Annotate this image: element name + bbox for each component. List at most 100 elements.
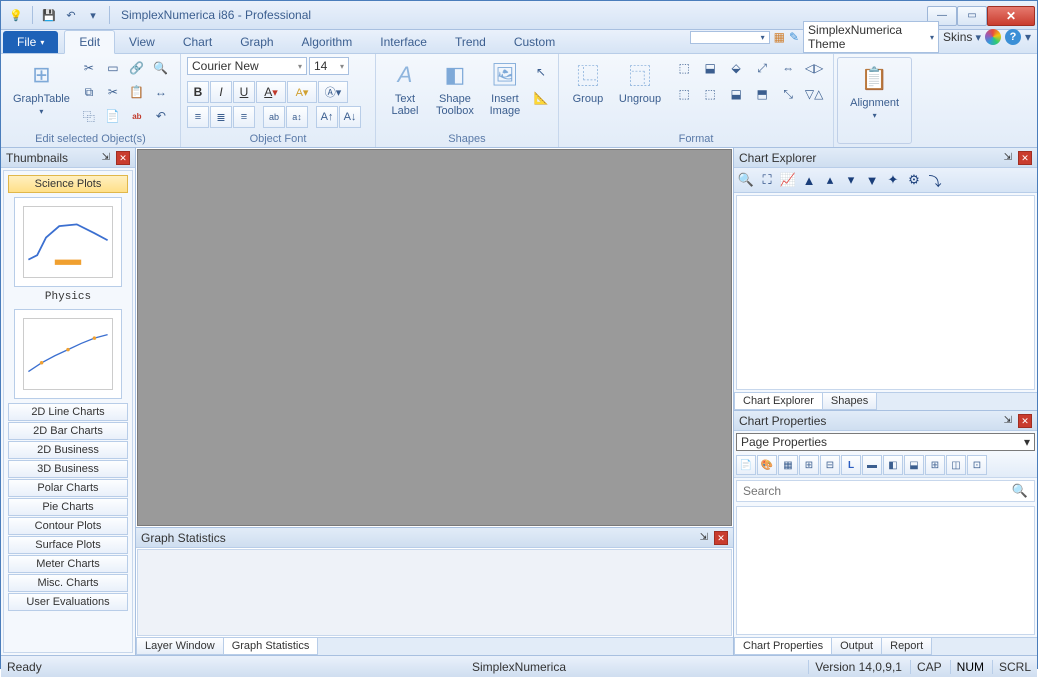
- shrink-font-icon[interactable]: A↓: [339, 106, 361, 128]
- pt-11-icon[interactable]: ⊡: [967, 455, 987, 475]
- search-icon[interactable]: 🔍: [1006, 483, 1034, 499]
- tab-chart[interactable]: Chart: [169, 31, 226, 53]
- tab-chart-explorer[interactable]: Chart Explorer: [734, 393, 823, 410]
- pt-6-icon[interactable]: ▬: [862, 455, 882, 475]
- pt-2-icon[interactable]: 🎨: [757, 455, 777, 475]
- ex-down2-icon[interactable]: ▼: [863, 171, 881, 189]
- theme-combo[interactable]: SimplexNumerica Theme▾: [803, 21, 939, 53]
- tab-edit[interactable]: Edit: [64, 30, 115, 54]
- fmt-11-icon[interactable]: ⤡: [777, 83, 799, 105]
- fmt-9-icon[interactable]: ⬓: [725, 83, 747, 105]
- pt-8-icon[interactable]: ⬓: [904, 455, 924, 475]
- palette-icon[interactable]: ▦: [774, 30, 785, 44]
- group-button[interactable]: ⿺Group: [565, 57, 611, 107]
- font-size-combo[interactable]: 14▾: [309, 57, 349, 75]
- find-icon[interactable]: 🔍: [150, 57, 172, 79]
- cat-2d-business[interactable]: 2D Business: [8, 441, 128, 459]
- pin-icon[interactable]: ⇲: [1001, 152, 1015, 163]
- copy2-icon[interactable]: ⿻: [78, 105, 100, 127]
- abc-icon[interactable]: ab: [126, 105, 148, 127]
- props-search-input[interactable]: [737, 481, 1006, 501]
- underline-button[interactable]: U: [233, 81, 255, 103]
- link-icon[interactable]: 🔗: [126, 57, 148, 79]
- cat-2d-line[interactable]: 2D Line Charts: [8, 403, 128, 421]
- outline-button[interactable]: Ⓐ▾: [318, 81, 348, 103]
- pt-4-icon[interactable]: ⊞: [799, 455, 819, 475]
- tab-output[interactable]: Output: [831, 638, 882, 655]
- ex-tool1-icon[interactable]: ✦: [884, 171, 902, 189]
- chart-explorer-tree[interactable]: [736, 195, 1035, 390]
- tab-report[interactable]: Report: [881, 638, 932, 655]
- italic-button[interactable]: I: [210, 81, 232, 103]
- qat-save-icon[interactable]: 💾: [40, 6, 58, 24]
- pointer-icon[interactable]: ↖: [530, 61, 552, 83]
- grow-font-icon[interactable]: A↑: [316, 106, 338, 128]
- align-right-icon[interactable]: ≡: [233, 106, 255, 128]
- fmt-1-icon[interactable]: ⬚: [673, 57, 695, 79]
- ex-tool2-icon[interactable]: ⚙: [905, 171, 923, 189]
- highlight-button[interactable]: A▾: [287, 81, 317, 103]
- paste-icon[interactable]: 📋: [126, 81, 148, 103]
- panel-close-icon[interactable]: ✕: [1018, 414, 1032, 428]
- ex-chart-icon[interactable]: 📈: [779, 171, 797, 189]
- tab-custom[interactable]: Custom: [500, 31, 569, 53]
- replace-icon[interactable]: ↔: [150, 81, 172, 103]
- skins-label[interactable]: Skins ▾: [943, 30, 981, 44]
- ex-fit-icon[interactable]: ⛶: [758, 171, 776, 189]
- rect-icon[interactable]: ▭: [102, 57, 124, 79]
- tab-algorithm[interactable]: Algorithm: [288, 31, 367, 53]
- clip-icon[interactable]: 📄: [102, 105, 124, 127]
- bold-button[interactable]: B: [187, 81, 209, 103]
- pt-1-icon[interactable]: 📄: [736, 455, 756, 475]
- cat-meter[interactable]: Meter Charts: [8, 555, 128, 573]
- fmt-4-icon[interactable]: ⤢: [751, 57, 773, 79]
- thumb-physics[interactable]: [14, 197, 122, 287]
- ex-zoom-icon[interactable]: 🔍: [737, 171, 755, 189]
- pt-L-icon[interactable]: L: [841, 455, 861, 475]
- panel-close-icon[interactable]: ✕: [714, 531, 728, 545]
- align-center-icon[interactable]: ≣: [210, 106, 232, 128]
- shape-toolbox-button[interactable]: ◧Shape Toolbox: [430, 57, 480, 119]
- ex-tool3-icon[interactable]: ⤵: [926, 171, 944, 189]
- cat-surface[interactable]: Surface Plots: [8, 536, 128, 554]
- ribbon-search-combo[interactable]: ▾: [690, 31, 770, 44]
- cat-3d-business[interactable]: 3D Business: [8, 460, 128, 478]
- help-icon[interactable]: ?: [1005, 29, 1021, 45]
- graph-canvas[interactable]: [137, 149, 732, 526]
- ruler-icon[interactable]: 📐: [530, 87, 552, 109]
- pt-3-icon[interactable]: ▦: [778, 455, 798, 475]
- pin-icon[interactable]: ⇲: [1001, 415, 1015, 426]
- scissors-icon[interactable]: ✂: [102, 81, 124, 103]
- page-properties-combo[interactable]: Page Properties▾: [736, 433, 1035, 451]
- cat-contour[interactable]: Contour Plots: [8, 517, 128, 535]
- tab-shapes[interactable]: Shapes: [822, 393, 877, 410]
- tab-trend[interactable]: Trend: [441, 31, 500, 53]
- fmt-3-icon[interactable]: ⬙: [725, 57, 747, 79]
- pt-7-icon[interactable]: ◧: [883, 455, 903, 475]
- panel-close-icon[interactable]: ✕: [116, 151, 130, 165]
- vertical-text-icon[interactable]: a↕: [286, 106, 308, 128]
- align-left-icon[interactable]: ≡: [187, 106, 209, 128]
- ungroup-button[interactable]: ⿹Ungroup: [613, 57, 667, 107]
- qat-dropdown-icon[interactable]: ▾: [84, 6, 102, 24]
- tab-graph-statistics[interactable]: Graph Statistics: [223, 638, 319, 655]
- fmt-6-icon[interactable]: ◁▷: [803, 57, 825, 79]
- color-wheel-icon[interactable]: [985, 29, 1001, 45]
- text-label-button[interactable]: AText Label: [382, 57, 428, 119]
- cat-user-eval[interactable]: User Evaluations: [8, 593, 128, 611]
- undo-icon[interactable]: ↶: [150, 105, 172, 127]
- font-name-combo[interactable]: Courier New▾: [187, 57, 307, 75]
- cat-science-plots[interactable]: Science Plots: [8, 175, 128, 193]
- props-grid[interactable]: [736, 506, 1035, 635]
- ex-up-icon[interactable]: ▲: [800, 171, 818, 189]
- alignment-button[interactable]: 📋Alignment▾: [844, 61, 905, 122]
- cut-icon[interactable]: ✂: [78, 57, 100, 79]
- ex-up2-icon[interactable]: ▴: [821, 171, 839, 189]
- copy-icon[interactable]: ⧉: [78, 81, 100, 103]
- cat-polar[interactable]: Polar Charts: [8, 479, 128, 497]
- ex-down-icon[interactable]: ▾: [842, 171, 860, 189]
- tab-file[interactable]: File: [3, 31, 58, 53]
- panel-close-icon[interactable]: ✕: [1018, 151, 1032, 165]
- tab-chart-properties[interactable]: Chart Properties: [734, 638, 832, 655]
- cat-misc[interactable]: Misc. Charts: [8, 574, 128, 592]
